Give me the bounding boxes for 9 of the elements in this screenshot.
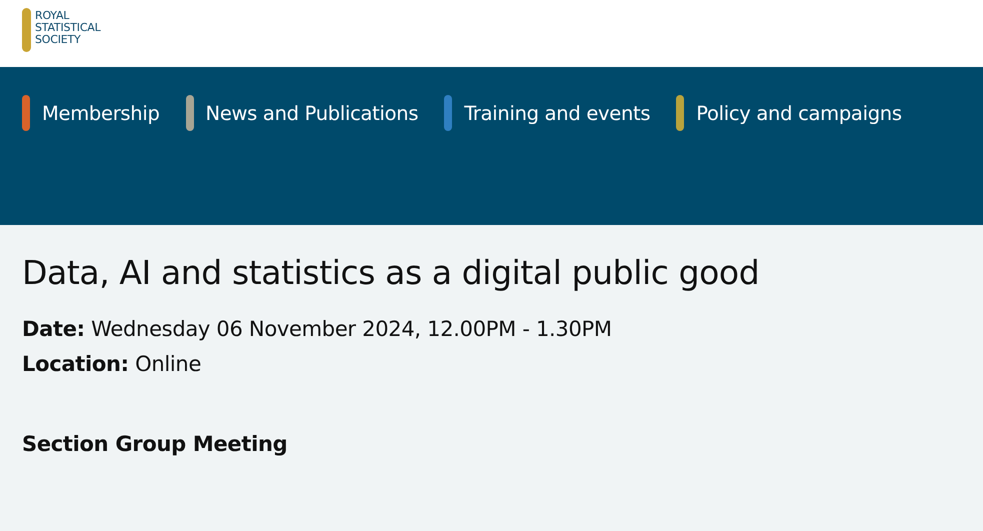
nav-link[interactable]: News and Publications	[186, 95, 418, 131]
nav-link[interactable]: Training and events	[444, 95, 650, 131]
event-detail: Date: Wednesday 06 November 2024, 12.00PM - 1.30PM	[22, 316, 613, 343]
event-title: Data, AI and statistics as a digital public good	[22, 253, 760, 292]
nav-link[interactable]: Membership	[22, 95, 160, 131]
nav-link[interactable]: Policy and campaigns	[676, 95, 902, 131]
event-group: Section Group Meeting	[22, 432, 961, 456]
logo[interactable]: ROYAL STATISTICAL SOCIETY	[22, 8, 101, 52]
event-detail: Location: Online	[22, 351, 202, 378]
